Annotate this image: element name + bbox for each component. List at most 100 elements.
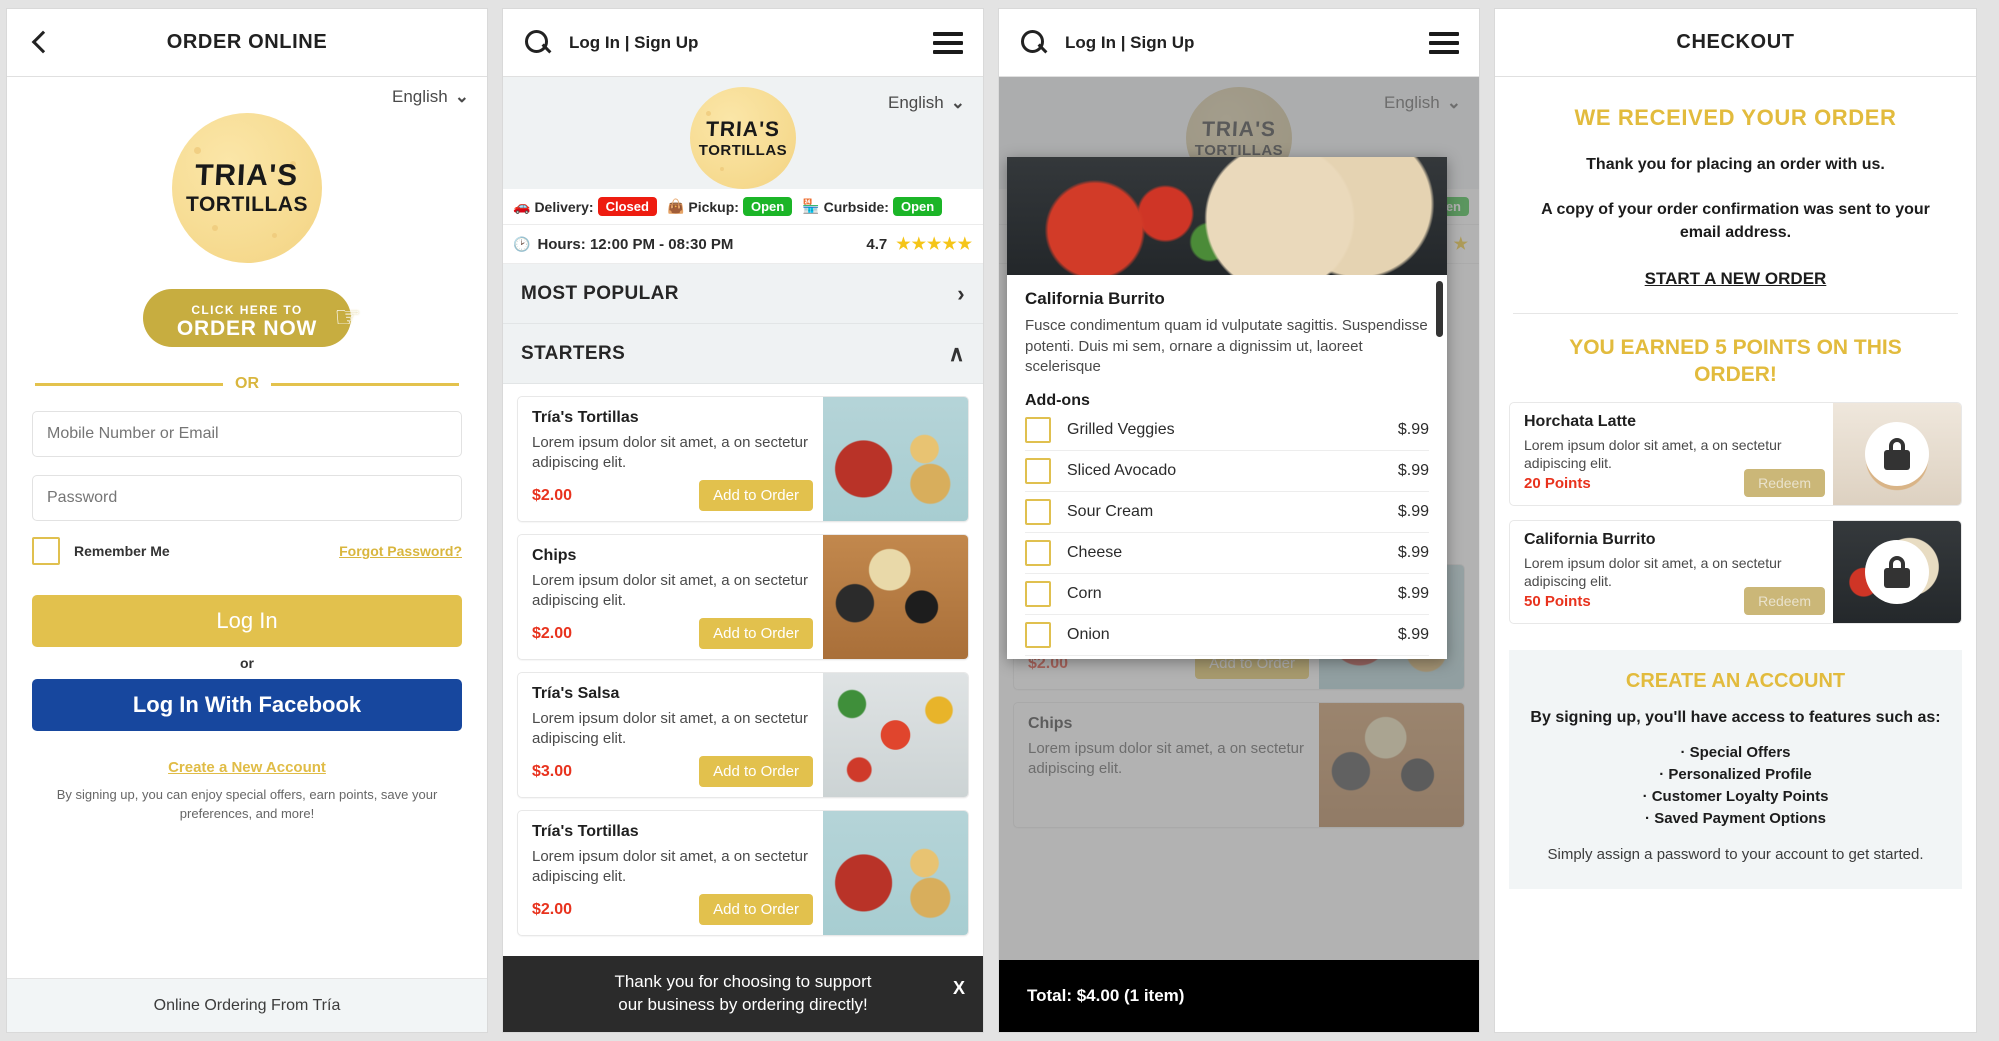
section-label: STARTERS — [521, 342, 626, 364]
addon-checkbox[interactable] — [1025, 458, 1051, 485]
create-account-link[interactable]: Create a New Account — [7, 759, 487, 776]
redeem-button[interactable]: Redeem — [1744, 587, 1825, 616]
item-description: Lorem ipsum dolor sit amet, a on sectetu… — [532, 572, 808, 609]
lock-icon — [1865, 540, 1929, 605]
reward-card[interactable]: California Burrito Lorem ipsum dolor sit… — [1509, 520, 1962, 625]
page-title: ORDER ONLINE — [166, 31, 328, 53]
panel-item-modal: Log In | Sign Up English ⌄ TRIA'S TORTIL… — [998, 8, 1480, 1033]
order-now-line-1: CLICK HERE TO — [191, 303, 303, 317]
addon-label: Sliced Avocado — [1067, 462, 1177, 480]
login-button[interactable]: Log In — [32, 595, 462, 647]
menu-topbar: Log In | Sign Up — [503, 9, 983, 77]
add-to-order-button[interactable]: Add to Order — [699, 480, 813, 511]
brand-logo: TRIA'S TORTILLAS — [690, 87, 796, 189]
addon-row[interactable]: Sliced Avocado $.99 — [1025, 451, 1429, 493]
add-to-order-button[interactable]: Add to Order — [699, 894, 813, 925]
item-description: Lorem ipsum dolor sit amet, a on sectetu… — [532, 848, 808, 885]
item-thumbnail — [823, 535, 968, 659]
order-now-button[interactable]: CLICK HERE TO ORDER NOW ☞ — [143, 289, 361, 347]
menu-item-row[interactable]: Tría's Tortillas Lorem ipsum dolor sit a… — [517, 396, 969, 522]
menu-item-row[interactable]: Chips Lorem ipsum dolor sit amet, a on s… — [517, 534, 969, 660]
search-icon[interactable] — [523, 28, 553, 58]
redeem-button[interactable]: Redeem — [1744, 469, 1825, 498]
page-title: CHECKOUT — [1676, 31, 1795, 53]
chevron-up-icon: ∧ — [948, 340, 965, 366]
start-new-order-link[interactable]: START A NEW ORDER — [1495, 269, 1976, 289]
menu-item-row[interactable]: Tría's Salsa Lorem ipsum dolor sit amet,… — [517, 672, 969, 798]
item-title: Chips — [532, 547, 577, 564]
addon-row[interactable]: Grilled Veggies $.99 — [1025, 410, 1429, 452]
close-icon[interactable]: X — [953, 976, 965, 1000]
addon-checkbox[interactable] — [1025, 581, 1051, 608]
modal-item-description: Fusce condimentum quam id vulputate sagi… — [1025, 317, 1428, 376]
modal-item-title: California Burrito — [1025, 289, 1165, 308]
reward-card[interactable]: Horchata Latte Lorem ipsum dolor sit ame… — [1509, 402, 1962, 507]
confirmation-email-message: A copy of your order confirmation was se… — [1541, 201, 1930, 242]
section-most-popular[interactable]: MOST POPULAR › — [503, 264, 983, 324]
addon-checkbox[interactable] — [1025, 499, 1051, 526]
addon-row[interactable]: Sour Cream $.99 — [1025, 492, 1429, 534]
reward-bottom: 50 Points Redeem — [1524, 587, 1825, 616]
logo-line-2: TORTILLAS — [698, 141, 788, 159]
hamburger-menu-icon[interactable] — [933, 27, 963, 59]
order-received-title: WE RECEIVED YOUR ORDER — [1574, 105, 1897, 130]
addon-row[interactable]: Bell Pepper $.99 — [1025, 656, 1429, 659]
order-total-bar[interactable]: Total: $4.00 (1 item) — [999, 960, 1479, 1032]
addon-label: Cheese — [1067, 544, 1123, 562]
back-chevron-icon[interactable] — [27, 30, 53, 56]
delivery-status-badge: Closed — [597, 197, 657, 216]
reward-points: 20 Points — [1524, 474, 1591, 492]
order-now-line-2: ORDER NOW — [176, 317, 318, 340]
remember-me-checkbox[interactable] — [32, 537, 60, 565]
email-field[interactable] — [32, 411, 462, 457]
rating-value: 4.7 — [866, 235, 888, 253]
create-account-subtitle: By signing up, you'll have access to fea… — [1530, 709, 1941, 727]
logo-line-1: TRIA'S — [705, 117, 781, 141]
facebook-login-button[interactable]: Log In With Facebook — [32, 679, 462, 731]
panel-menu: Log In | Sign Up English ⌄ TRIA'S TORTIL… — [502, 8, 984, 1033]
addon-row[interactable]: Corn $.99 — [1025, 574, 1429, 616]
password-field[interactable] — [32, 475, 462, 521]
logo-line-1: TRIA'S — [194, 159, 300, 192]
chevron-down-icon: ⌄ — [454, 87, 469, 106]
addon-checkbox[interactable] — [1025, 417, 1051, 444]
item-thumbnail — [823, 673, 968, 797]
create-account-note: Simply assign a password to your account… — [1547, 846, 1924, 864]
menu-topbar: Log In | Sign Up — [999, 9, 1479, 77]
section-starters[interactable]: STARTERS ∧ — [503, 324, 983, 384]
language-selector[interactable]: English ⌄ — [888, 83, 983, 113]
forgot-password-link[interactable]: Forgot Password? — [339, 543, 462, 559]
curbside-status: 🏪 Curbside: Open — [802, 197, 943, 216]
reward-description: Lorem ipsum dolor sit amet, a on sectetu… — [1524, 437, 1782, 472]
item-info: Tría's Tortillas Lorem ipsum dolor sit a… — [518, 397, 823, 521]
language-selector[interactable]: English ⌄ — [7, 77, 487, 107]
chevron-down-icon: ⌄ — [950, 93, 965, 112]
addon-checkbox[interactable] — [1025, 540, 1051, 567]
section-label: MOST POPULAR — [521, 282, 679, 304]
item-bottom: $2.00 Add to Order — [532, 894, 813, 925]
item-title: Tría's Tortillas — [532, 409, 639, 426]
add-to-order-button[interactable]: Add to Order — [699, 756, 813, 787]
addon-row[interactable]: Onion $.99 — [1025, 615, 1429, 657]
bag-icon: 👜 — [666, 198, 685, 214]
create-account-title: CREATE AN ACCOUNT — [1625, 670, 1846, 693]
search-icon[interactable] — [1019, 28, 1049, 58]
pickup-status: 👜 Pickup: Open — [666, 197, 793, 216]
login-signup-link[interactable]: Log In | Sign Up — [569, 33, 698, 53]
item-title: Tría's Salsa — [532, 685, 620, 702]
menu-item-row[interactable]: Tría's Tortillas Lorem ipsum dolor sit a… — [517, 810, 969, 936]
item-detail-modal: California Burrito Fusce condimentum qua… — [1007, 157, 1447, 659]
login-signup-link[interactable]: Log In | Sign Up — [1065, 33, 1194, 53]
create-account-box: CREATE AN ACCOUNT By signing up, you'll … — [1509, 650, 1962, 890]
panel-login: ORDER ONLINE English ⌄ TRIA'S TORTILLAS … — [6, 8, 488, 1033]
addon-checkbox[interactable] — [1025, 622, 1051, 649]
login-footer: Online Ordering From Tría — [7, 978, 487, 1032]
reward-info: Horchata Latte Lorem ipsum dolor sit ame… — [1510, 403, 1833, 505]
hamburger-menu-icon[interactable] — [1429, 27, 1459, 59]
addon-label: Onion — [1067, 626, 1110, 644]
modal-scrollbar[interactable] — [1436, 281, 1443, 337]
addon-price: $.99 — [1397, 503, 1429, 521]
addon-row[interactable]: Cheese $.99 — [1025, 533, 1429, 575]
add-to-order-button[interactable]: Add to Order — [699, 618, 813, 649]
logo-line-2: TORTILLAS — [186, 193, 308, 216]
